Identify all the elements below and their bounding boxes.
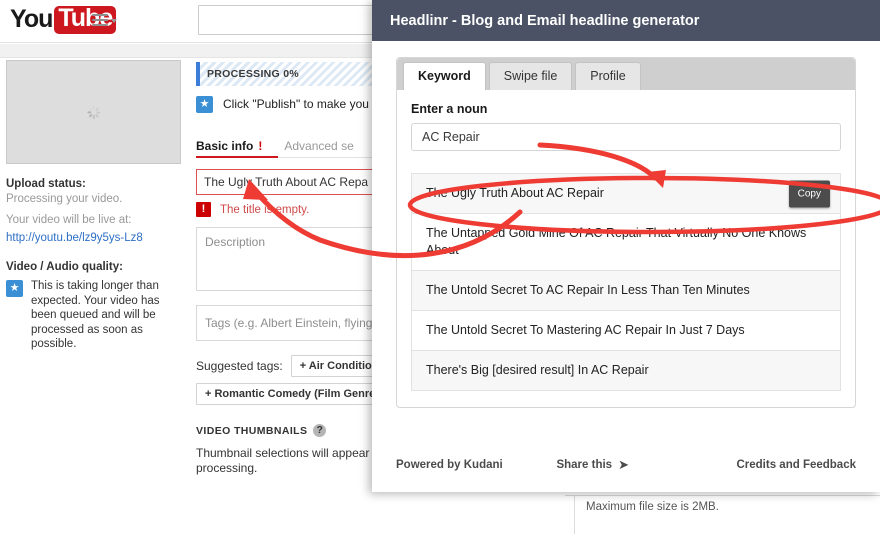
- title-error-text: The title is empty.: [220, 204, 309, 216]
- list-item[interactable]: The Ugly Truth About AC Repair Copy: [412, 174, 840, 214]
- publish-notice-row: ★ Click "Publish" to make you: [196, 95, 384, 113]
- star-icon: ★: [196, 96, 213, 113]
- copy-button[interactable]: Copy: [789, 180, 830, 207]
- video-thumbnails-body: Thumbnail selections will appear process…: [196, 446, 384, 476]
- tab-advanced-settings[interactable]: Advanced se: [284, 139, 353, 153]
- headlinr-modal-body: Keyword Swipe file Profile Enter a noun …: [372, 41, 880, 408]
- hamburger-menu-icon[interactable]: [92, 11, 118, 29]
- headlinr-footer: Powered by Kudani Share this ➤ Credits a…: [372, 438, 880, 492]
- description-field[interactable]: Description: [196, 227, 384, 291]
- headlinr-keyword-panel: Enter a noun AC Repair The Ugly Truth Ab…: [397, 90, 855, 407]
- max-file-size-text: Maximum file size is 2MB.: [586, 501, 719, 513]
- thumbnails-body-line-2: processing.: [196, 461, 384, 476]
- powered-by-label: Powered by Kudani: [396, 459, 503, 471]
- tab-basic-info[interactable]: Basic info: [196, 139, 253, 153]
- headline-text: The Untold Secret To Mastering AC Repair…: [426, 323, 745, 337]
- headline-text: The Untapped Gold Mine Of AC Repair That…: [426, 226, 806, 257]
- headline-results-list: The Ugly Truth About AC Repair Copy The …: [411, 173, 841, 391]
- headlinr-modal: Headlinr - Blog and Email headline gener…: [372, 0, 880, 492]
- video-live-url-link[interactable]: http://youtu.be/lz9y5ys-Lz8: [6, 232, 143, 244]
- credits-and-feedback-link[interactable]: Credits and Feedback: [736, 459, 856, 471]
- share-this-button[interactable]: Share this ➤: [556, 457, 629, 473]
- title-error-row: ! The title is empty.: [196, 202, 384, 217]
- max-file-size-strip: Maximum file size is 2MB.: [565, 495, 880, 534]
- question-mark-icon[interactable]: ?: [313, 424, 326, 437]
- processing-label: PROCESSING 0%: [200, 68, 299, 80]
- editor-tabs: Basic info ! Advanced se: [196, 127, 384, 153]
- tab-active-underline: [196, 156, 278, 159]
- hamburger-bars: [92, 11, 108, 29]
- share-arrow-icon: ➤: [618, 457, 629, 473]
- headline-text: The Ugly Truth About AC Repair: [426, 186, 604, 200]
- video-thumbnail-placeholder: [6, 60, 181, 164]
- suggested-tags-label: Suggested tags:: [196, 359, 283, 373]
- processing-progress-bar: PROCESSING 0%: [196, 62, 384, 86]
- headline-text: There's Big [desired result] In AC Repai…: [426, 363, 649, 377]
- logo-you-text: You: [10, 7, 52, 32]
- noun-input[interactable]: AC Repair: [411, 123, 841, 151]
- upload-status-label: Upload status:: [6, 178, 182, 190]
- suggested-tags-row: Suggested tags: + Air Conditioni: [196, 355, 384, 377]
- video-thumbnails-label: VIDEO THUMBNAILS: [196, 425, 307, 437]
- upload-left-column: Upload status: Processing your video. Yo…: [0, 60, 190, 352]
- quality-message-row: ★ This is taking longer than expected. Y…: [6, 279, 182, 352]
- headlinr-tabs: Keyword Swipe file Profile: [397, 58, 855, 90]
- headline-text: The Untold Secret To AC Repair In Less T…: [426, 283, 750, 297]
- upload-status-block: Upload status: Processing your video. Yo…: [0, 164, 190, 352]
- screenshot-root: YouTube: [0, 0, 880, 534]
- quality-message: This is taking longer than expected. You…: [31, 279, 182, 352]
- tab-error-indicator-icon: !: [258, 139, 262, 153]
- share-this-label: Share this: [556, 459, 612, 471]
- video-audio-quality-label: Video / Audio quality:: [6, 261, 182, 273]
- live-at-label: Your video will be live at:: [6, 213, 182, 228]
- suggested-tag-chip[interactable]: + Romantic Comedy (Film Genre): [196, 383, 388, 405]
- tab-swipe-file[interactable]: Swipe file: [489, 62, 573, 90]
- tab-keyword[interactable]: Keyword: [403, 62, 486, 90]
- loading-spinner-icon: [87, 106, 100, 119]
- thumbnails-body-line-1: Thumbnail selections will appear: [196, 446, 384, 461]
- publish-notice-text: Click "Publish" to make you: [223, 97, 369, 111]
- list-item[interactable]: The Untold Secret To Mastering AC Repair…: [412, 311, 840, 351]
- tags-field[interactable]: Tags (e.g. Albert Einstein, flying: [196, 305, 384, 341]
- list-item[interactable]: The Untold Secret To AC Repair In Less T…: [412, 271, 840, 311]
- video-title-field[interactable]: The Ugly Truth About AC Repa: [196, 169, 384, 195]
- star-icon: ★: [6, 280, 23, 297]
- divider: [565, 495, 880, 496]
- list-item[interactable]: There's Big [desired result] In AC Repai…: [412, 351, 840, 391]
- headlinr-title: Headlinr - Blog and Email headline gener…: [390, 13, 699, 29]
- chevron-down-icon: [111, 19, 117, 23]
- suggested-tags-row-2: + Romantic Comedy (Film Genre): [196, 384, 384, 402]
- noun-label: Enter a noun: [411, 102, 841, 116]
- upload-editor-column: PROCESSING 0% ★ Click "Publish" to make …: [196, 62, 384, 476]
- headlinr-tabs-panel: Keyword Swipe file Profile Enter a noun …: [396, 57, 856, 408]
- video-thumbnails-heading: VIDEO THUMBNAILS ?: [196, 424, 384, 437]
- divider: [574, 496, 575, 534]
- upload-status-value: Processing your video.: [6, 192, 182, 207]
- headlinr-modal-header: Headlinr - Blog and Email headline gener…: [372, 0, 880, 41]
- error-icon: !: [196, 202, 211, 217]
- tab-profile[interactable]: Profile: [575, 62, 640, 90]
- list-item[interactable]: The Untapped Gold Mine Of AC Repair That…: [412, 214, 840, 271]
